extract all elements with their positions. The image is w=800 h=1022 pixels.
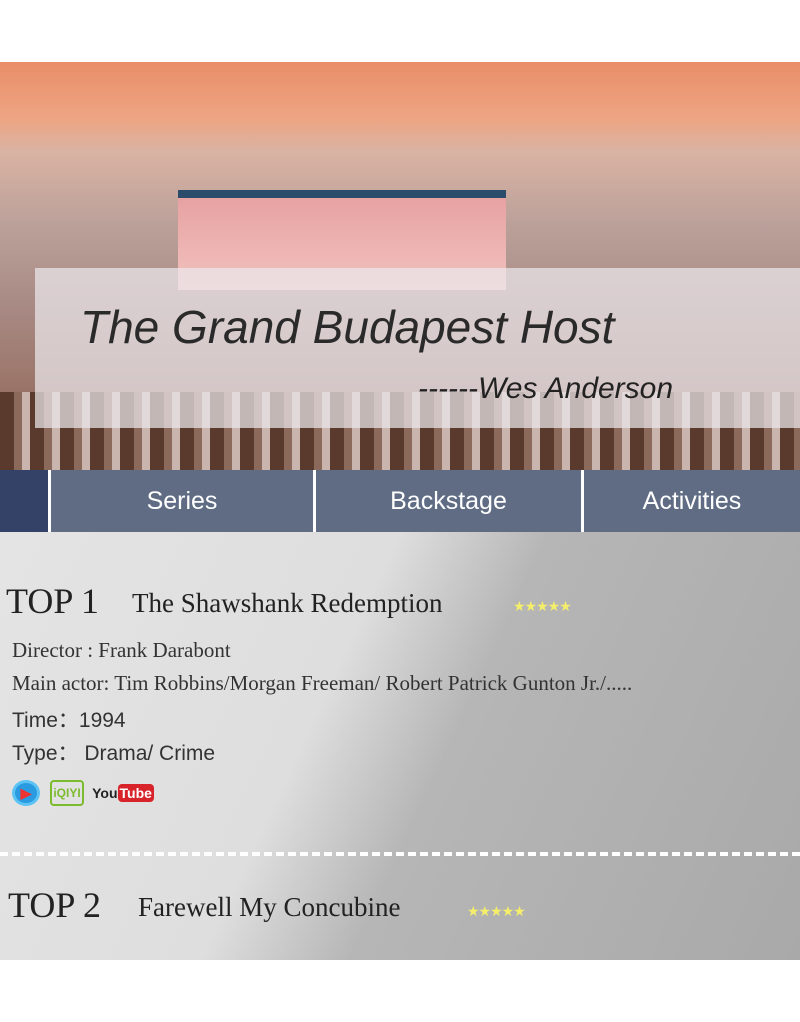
nav-backstage[interactable]: Backstage — [313, 470, 581, 532]
nav-activities[interactable]: Activities — [581, 470, 800, 532]
rating-stars: ★★★★★ — [467, 903, 526, 919]
rating-stars: ★★★★★ — [513, 598, 572, 614]
nav-bar: Series Backstage Activities — [0, 470, 800, 532]
movie-actors: Main actor: Tim Robbins/Morgan Freeman/ … — [12, 671, 633, 695]
youtube-tube: Tube — [117, 784, 154, 802]
movie-rank: TOP 1 — [6, 581, 100, 621]
movie-title[interactable]: Farewell My Concubine — [138, 892, 400, 923]
nav-home-block[interactable] — [0, 470, 48, 532]
nav-series[interactable]: Series — [48, 470, 313, 532]
movie-title[interactable]: The Shawshank Redemption — [132, 588, 442, 619]
banner-title: The Grand Budapest Host — [80, 301, 615, 353]
movie-rank: TOP 2 — [8, 885, 102, 925]
youtube-icon[interactable]: You Tube — [92, 780, 154, 806]
divider — [0, 852, 800, 856]
youku-icon[interactable]: ▶ — [12, 780, 40, 806]
iqiyi-icon[interactable]: iQIYI — [50, 780, 84, 806]
banner-author: ------Wes Anderson — [418, 372, 674, 405]
movie-type: Type： Drama/ Crime — [12, 742, 216, 765]
movie-director: Director : Frank Darabont — [12, 638, 231, 662]
youtube-you: You — [92, 785, 118, 801]
movie-time: Time：1994 — [12, 709, 126, 732]
